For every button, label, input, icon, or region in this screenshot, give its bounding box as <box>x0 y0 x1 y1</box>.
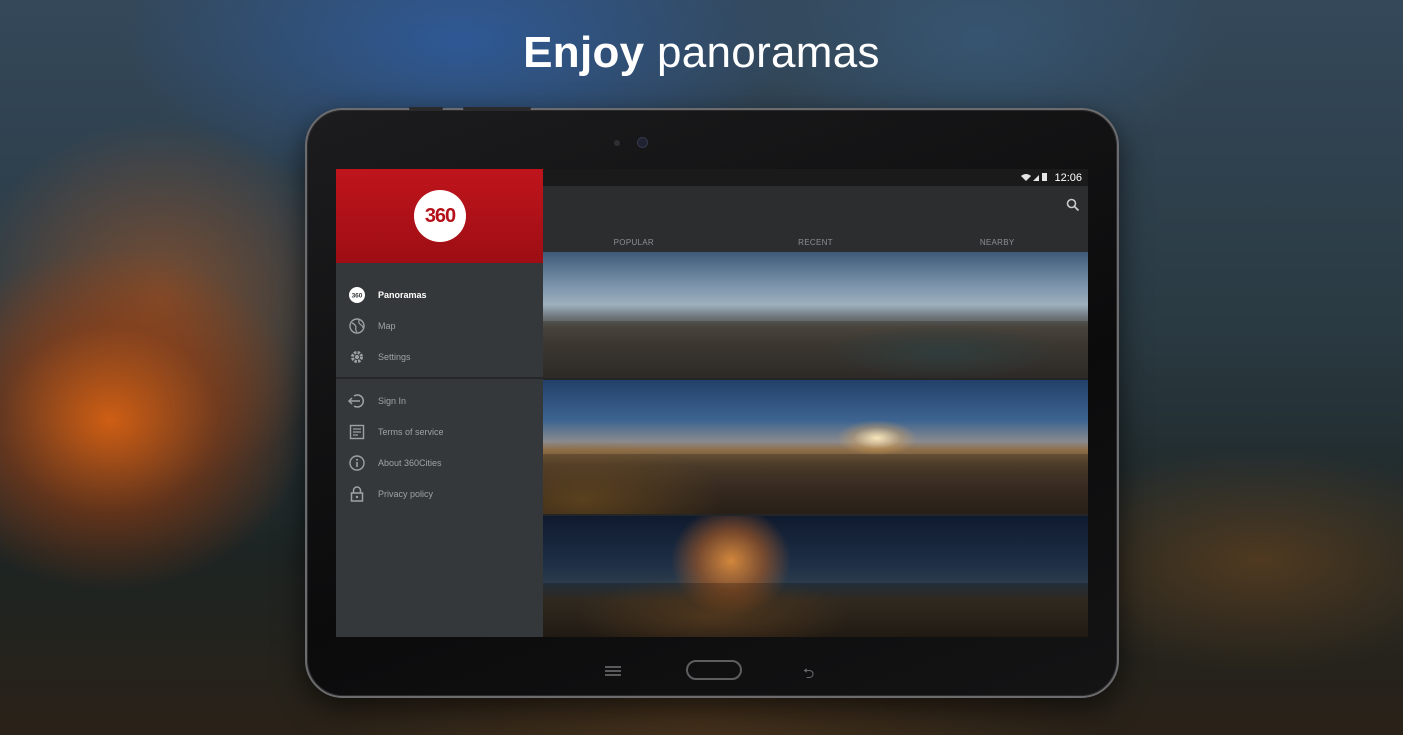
tab-recent[interactable]: RECENT <box>725 238 907 247</box>
drawer-header: 360 <box>336 169 543 263</box>
document-icon <box>348 423 366 441</box>
drawer-divider <box>336 377 543 379</box>
info-icon <box>348 454 366 472</box>
drawer-item-label: About 360Cities <box>378 457 442 468</box>
status-bar: 12:06 <box>543 169 1088 186</box>
drawer-item-map[interactable]: Map <box>336 310 543 341</box>
home-button[interactable] <box>686 660 742 680</box>
panorama-list <box>543 252 1088 637</box>
panorama-card[interactable] <box>543 380 1088 514</box>
lock-icon <box>348 485 366 503</box>
app-bar: POPULAR RECENT NEARBY <box>543 186 1088 252</box>
volume-button <box>409 107 443 110</box>
gear-icon <box>348 348 366 366</box>
drawer-item-panoramas[interactable]: 360 Panoramas <box>336 279 543 310</box>
360-icon: 360 <box>348 286 366 304</box>
headline-bold: Enjoy <box>523 28 645 77</box>
camera-icon <box>638 138 647 147</box>
headline: Enjoy panoramas <box>0 28 1403 78</box>
search-icon[interactable] <box>1066 198 1082 214</box>
sign-in-icon <box>348 392 366 410</box>
status-icons <box>1020 172 1050 184</box>
headline-light: panoramas <box>656 28 880 77</box>
drawer-item-about[interactable]: About 360Cities <box>336 447 543 478</box>
power-button <box>463 107 531 110</box>
globe-icon <box>348 317 366 335</box>
back-key-icon[interactable]: ⮌ <box>803 663 814 687</box>
sensor-icon <box>614 140 620 146</box>
wifi-signal-battery-icon <box>1021 172 1048 181</box>
panorama-card[interactable] <box>543 516 1088 637</box>
tab-bar: POPULAR RECENT NEARBY <box>543 233 1088 252</box>
tab-popular[interactable]: POPULAR <box>543 238 725 247</box>
drawer-item-label: Settings <box>378 351 411 362</box>
panorama-card[interactable] <box>543 252 1088 378</box>
drawer-item-sign-in[interactable]: Sign In <box>336 385 543 416</box>
status-time: 12:06 <box>1054 171 1082 184</box>
menu-key-icon[interactable] <box>605 666 621 676</box>
drawer-item-label: Panoramas <box>378 289 427 300</box>
drawer-item-label: Terms of service <box>378 426 444 437</box>
navigation-drawer: 360 360 Panoramas Map Settings Sign In T… <box>336 169 543 637</box>
drawer-item-settings[interactable]: Settings <box>336 341 543 372</box>
tab-nearby[interactable]: NEARBY <box>906 238 1088 247</box>
drawer-item-terms[interactable]: Terms of service <box>336 416 543 447</box>
drawer-item-label: Sign In <box>378 395 407 406</box>
drawer-item-privacy[interactable]: Privacy policy <box>336 478 543 509</box>
drawer-item-label: Map <box>378 320 396 331</box>
drawer-item-label: Privacy policy <box>378 488 434 499</box>
svg-text:360: 360 <box>352 292 363 299</box>
app-logo: 360 <box>414 190 466 242</box>
tablet-screen: 12:06 POPULAR RECENT NEARBY 360 360 Pano… <box>336 169 1088 637</box>
